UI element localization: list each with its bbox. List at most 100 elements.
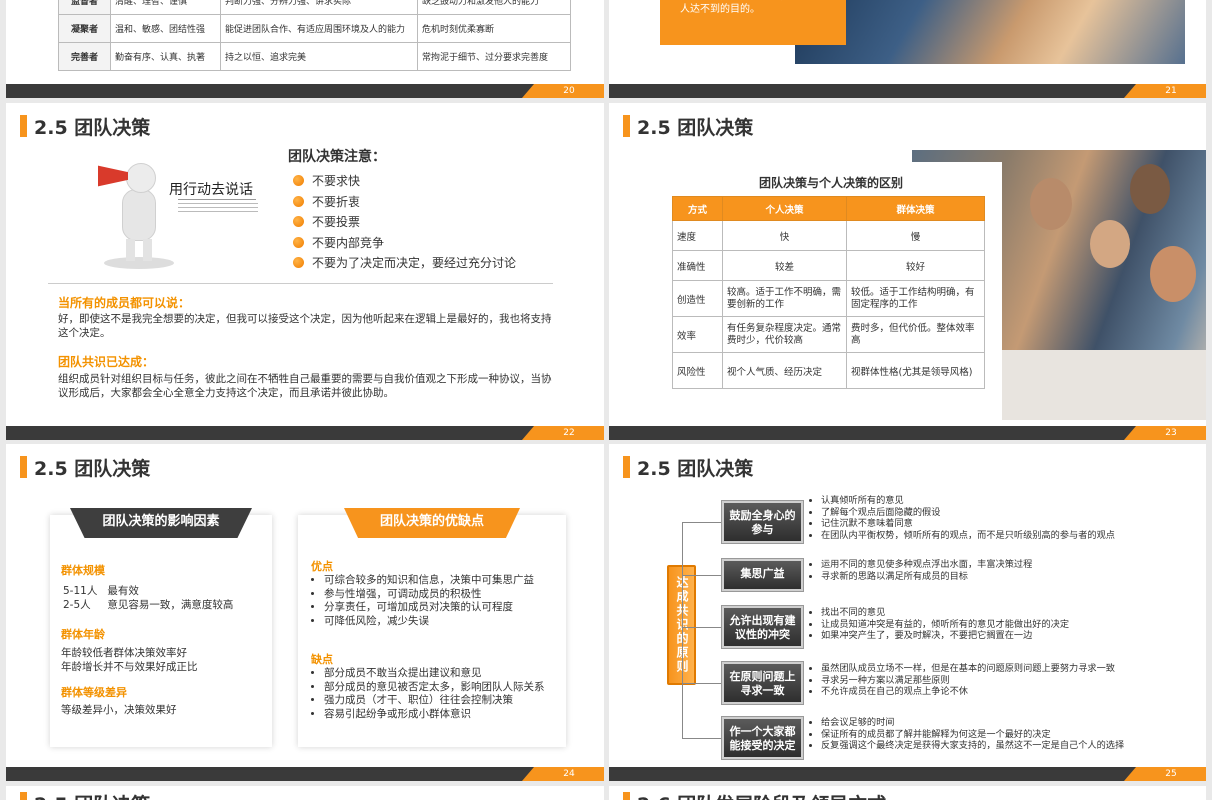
- role-cell: 凝聚者: [58, 14, 111, 43]
- slide-title: 2.5 团队决策: [20, 790, 150, 800]
- bullet-dot-icon: [293, 216, 304, 227]
- factor-line: 2-5人 意见容易一致，满意度较高: [63, 599, 234, 611]
- slide-22[interactable]: 2.5 团队决策 用行动去说话 团队决策注意： 不要求快 不要折衷 不要投票 不…: [6, 103, 604, 440]
- pros-cons-card: 团队决策的优缺点 优点 可综合较多的知识和信息，决策中可集思广益 参与性增强，可…: [298, 508, 566, 747]
- factors-cap-text: 团队决策的影响因素: [102, 514, 220, 529]
- factors-cap: 团队决策的影响因素: [70, 508, 252, 538]
- principle-box: 允许出现有建议性的冲突: [721, 605, 804, 649]
- slide-footer-bar: [609, 84, 1206, 98]
- traits-cell: 温和、敏感、团结性强: [110, 14, 221, 43]
- slide-23[interactable]: 2.5 团队决策 团队决策与个人决策的区别 方式 个人决策 群体决策 速度 快 …: [609, 103, 1206, 440]
- slide-footer-bar: [6, 767, 604, 781]
- header-cell: 群体决策: [846, 196, 985, 221]
- pros-cons-cap-text: 团队决策的优缺点: [379, 514, 484, 529]
- header-cell: 个人决策: [722, 196, 847, 221]
- megaphone-figure: [94, 155, 184, 271]
- principle-points: 认真倾听所有的意见 了解每个观点后面隐藏的假设 记住沉默不意味着同意 在团队内平…: [821, 495, 1201, 541]
- principle-box: 在原则问题上寻求一致: [721, 661, 804, 705]
- table-cell: 效率: [672, 316, 723, 353]
- cons-item: 部分成员的意见被否定太多，影响团队人际关系: [324, 681, 560, 695]
- megaphone-icon: [98, 165, 128, 187]
- slide-25[interactable]: 2.5 团队决策 达成共识的原则 鼓励全身心的参与 认真倾听所有的意见 了解每个…: [609, 444, 1206, 781]
- traits-cell: 清醒、理智、谨慎: [110, 0, 221, 15]
- bullet-dot-icon: [293, 236, 304, 248]
- slide-24[interactable]: 2.5 团队决策 团队决策的影响因素 群体规模 5-11人 最有效 2-5人 意…: [6, 444, 604, 781]
- slide-20[interactable]: 监督者 清醒、理智、谨慎 判断力强、分辨力强、讲求实际 缺乏鼓动力和激发他人的能…: [6, 0, 604, 98]
- pros-cons-cap: 团队决策的优缺点: [344, 508, 520, 538]
- table-cell: 慢: [846, 220, 985, 251]
- slide-number: 24: [522, 767, 604, 781]
- table-cell: 视个人气质、经历决定: [722, 352, 847, 389]
- slide-footer-bar: [6, 426, 604, 440]
- comparison-table: 方式 个人决策 群体决策 速度 快 慢 准确性 较差 较好 创造性 较高。适于工…: [672, 196, 985, 389]
- factor-line: 年龄增长并不与效果好成正比: [61, 661, 198, 673]
- table-cell: 准确性: [672, 250, 723, 281]
- strengths-cell: 判断力强、分辨力强、讲求实际: [220, 0, 418, 15]
- slide-26[interactable]: 2.5 团队决策: [6, 786, 604, 800]
- pros-list: 可综合较多的知识和信息，决策中可集思广益 参与性增强，可调动成员的积极性 分享责…: [324, 574, 560, 628]
- slide-number: 23: [1124, 426, 1206, 440]
- factor-title-1: 群体规模: [61, 564, 105, 577]
- figure-head: [126, 163, 156, 193]
- pros-item: 可综合较多的知识和信息，决策中可集思广益: [324, 574, 560, 588]
- slide-title: 2.5 团队决策: [20, 454, 150, 481]
- connector-branch: [682, 683, 722, 684]
- role-cell: 完善者: [58, 42, 111, 71]
- pros-item: 分享责任，可增加成员对决策的认可程度: [324, 601, 560, 615]
- connector-trunk: [682, 522, 683, 738]
- note-item: 不要折衷: [293, 192, 516, 213]
- section-heading-2: 团队共识已达成：: [58, 355, 155, 369]
- slide-number: 25: [1124, 767, 1206, 781]
- orange-callout: 合作能够帮你带来不好，达到单个人达不到的目的。: [660, 0, 846, 45]
- factor-title-2: 群体年龄: [61, 628, 105, 641]
- principle-box: 作一个大家都能接受的决定: [721, 716, 804, 760]
- slide-title: 2.5 团队决策: [20, 113, 150, 140]
- section-text-2: 组织成员针对组织目标与任务，彼此之间在不牺牲自己最重要的需要与自我价值观之下形成…: [58, 373, 552, 399]
- comparison-title: 团队决策与个人决策的区别: [758, 176, 903, 190]
- principle-points: 运用不同的意见使多种观点浮出水面，丰富决策过程 寻求新的思路以满足所有成员的目标: [821, 559, 1201, 582]
- person-1: [1030, 178, 1072, 230]
- table-cell: 费时多，但代价低。整体效率高: [846, 316, 985, 353]
- note-item: 不要内部竞争: [293, 233, 516, 254]
- pros-title: 优点: [311, 560, 333, 573]
- section-text-1: 好，即使这不是我完全想要的决定，但我可以接受这个决定，因为他听起来在逻辑上是最好…: [58, 313, 552, 339]
- table-cell: 有任务复杂程度决定。通常费时少，代价较高: [722, 316, 847, 353]
- connector-branch: [682, 738, 722, 739]
- slogan-underline: [178, 199, 256, 200]
- pros-item: 可降低风险，减少失误: [324, 615, 560, 629]
- cons-item: 强力成员（才干、职位）往往会控制决策: [324, 694, 560, 708]
- slide-27[interactable]: 2.6 团队发展阶段及领导方式: [609, 786, 1206, 800]
- weakness-cell: 危机时刻优柔寡断: [417, 14, 571, 43]
- team-roles-table: 监督者 清醒、理智、谨慎 判断力强、分辨力强、讲求实际 缺乏鼓动力和激发他人的能…: [58, 0, 571, 71]
- principle-points: 虽然团队成员立场不一样，但是在基本的问题原则问题上要努力寻求一致 寻求另一种方案…: [821, 663, 1201, 698]
- table-cell: 快: [722, 220, 847, 251]
- weakness-cell: 常拘泥于细节、过分要求完善度: [417, 42, 571, 71]
- principle-box: 鼓励全身心的参与: [721, 500, 804, 544]
- note-item: 不要求快: [293, 171, 516, 192]
- table-cell: 创造性: [672, 280, 723, 317]
- cons-list: 部分成员不敢当众提出建议和意见 部分成员的意见被否定太多，影响团队人际关系 强力…: [324, 667, 560, 721]
- person-4: [1150, 246, 1196, 302]
- slide-title: 2.5 团队决策: [623, 454, 753, 481]
- principle-points: 给会议足够的时间 保证所有的成员都了解并能解释为何这是一个最好的决定 反复强调这…: [821, 717, 1201, 752]
- slide-21[interactable]: 合作能够帮你带来不好，达到单个人达不到的目的。 21: [609, 0, 1206, 98]
- bullet-dot-icon: [293, 257, 304, 268]
- table-cell: 风险性: [672, 352, 723, 389]
- callout-text: 合作能够帮你带来不好，达到单个人达不到的目的。: [680, 0, 830, 15]
- strengths-cell: 持之以恒、追求完美: [220, 42, 418, 71]
- cons-item: 容易引起纷争或形成小群体意识: [324, 708, 560, 722]
- principle-points: 找出不同的意见 让成员知道冲突是有益的，倾听所有的意见才能做出好的决定 如果冲突…: [821, 607, 1201, 642]
- person-3: [1090, 220, 1130, 268]
- factor-line: 等级差异小，决策效果好: [61, 704, 177, 716]
- divider: [48, 283, 553, 284]
- slide-footer-bar: [609, 426, 1206, 440]
- person-2: [1130, 164, 1170, 214]
- cons-title: 缺点: [311, 653, 333, 666]
- comparison-card: 团队决策与个人决策的区别 方式 个人决策 群体决策 速度 快 慢 准确性 较差 …: [660, 162, 1002, 424]
- slide-number: 22: [522, 426, 604, 440]
- slide-number: 20: [522, 84, 604, 98]
- figure-legs: [126, 239, 152, 261]
- section-heading-1: 当所有的成员都可以说：: [58, 296, 191, 310]
- connector-branch: [682, 575, 722, 576]
- bullet-dot-icon: [293, 195, 304, 207]
